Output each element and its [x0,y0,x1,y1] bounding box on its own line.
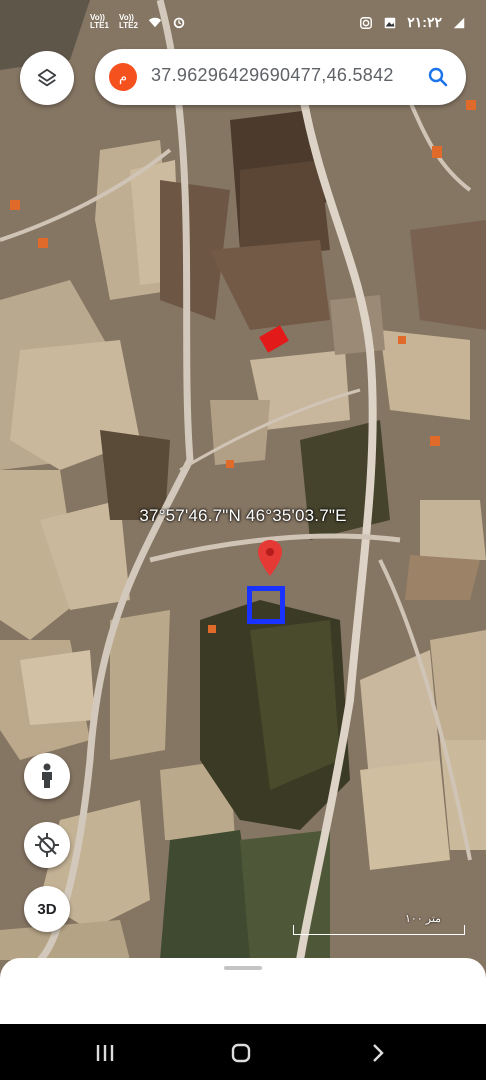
status-bar-right: ۲۱:۲۲ [359,14,466,31]
scale-bar [293,925,465,935]
status-bar-left: Vo)) LTE1 Vo)) LTE2 [90,14,186,30]
recents-icon[interactable] [94,1042,116,1064]
coordinate-label: 37°57'46.7"N 46°35'03.7"E [139,506,347,525]
back-icon[interactable] [366,1042,388,1064]
bottom-sheet[interactable] [0,958,486,1024]
scale-label: ۱۰۰ متر [405,913,442,925]
search-icon[interactable] [426,65,450,89]
status-bar: Vo)) LTE1 Vo)) LTE2 ۲۱:۲۲ [0,0,486,40]
alarm-icon [173,17,185,29]
home-icon[interactable] [230,1042,252,1064]
layers-icon [37,68,57,87]
layers-button[interactable] [20,51,74,105]
network-label-1: Vo)) LTE1 [90,13,109,30]
my-location-button[interactable] [24,822,70,868]
triangle-icon [453,17,465,28]
network-label-2: Vo)) LTE2 [118,13,138,30]
person-icon [42,763,52,788]
location-pin-icon[interactable] [258,540,282,576]
gallery-icon [385,17,396,28]
instagram-icon [360,16,373,29]
account-avatar[interactable]: م [109,63,137,91]
search-bar[interactable]: م 37.96296429690477,46.5842 [95,49,466,105]
search-input[interactable]: 37.96296429690477,46.5842 [151,65,411,86]
3d-button[interactable]: 3D [24,886,70,932]
clock-time: ۲۱:۲۲ [407,14,442,30]
gps-off-icon [35,833,59,857]
system-nav-bar [0,1024,486,1080]
street-view-button[interactable] [24,753,70,799]
wifi-icon [148,17,162,28]
sheet-drag-handle[interactable] [224,966,262,970]
parcel-highlight [247,586,285,624]
